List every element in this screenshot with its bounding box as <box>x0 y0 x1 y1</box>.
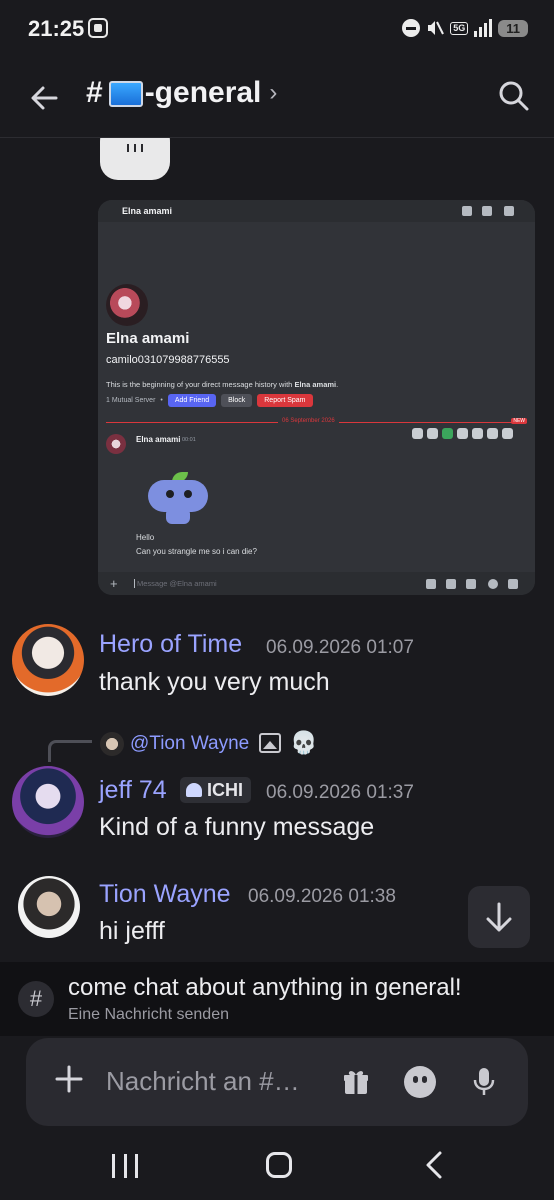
topic-subtitle: Eine Nachricht senden <box>68 1006 229 1023</box>
monitor-emoji-icon <box>108 81 143 107</box>
avatar-jeff-74[interactable] <box>12 766 84 838</box>
reply-connector <box>48 740 92 762</box>
status-time: 21:25 <box>28 16 85 41</box>
channel-title[interactable]: # -general › <box>86 76 277 110</box>
heart-icon <box>186 783 202 797</box>
message-content[interactable]: hi jefff <box>99 917 165 946</box>
embed-emoji-icon <box>488 579 498 589</box>
embed-username: camilo031079988776555 <box>106 354 230 366</box>
embed-video-icon <box>482 206 492 216</box>
embed-profile-name: Elna amami <box>106 330 190 347</box>
message-author[interactable]: Hero of Time <box>99 630 242 659</box>
status-bar: 21:25 5G 11 <box>0 0 554 58</box>
embed-beginning-name: Elna amami <box>294 380 337 389</box>
message-composer: Nachricht an #… <box>26 1038 528 1126</box>
skull-emoji-icon <box>100 138 170 182</box>
message-timestamp: 06.09.2026 01:07 <box>266 637 414 658</box>
gift-icon[interactable] <box>342 1068 370 1096</box>
embed-message-line-2: Can you strangle me so i can die? <box>136 547 257 556</box>
embed-beginning-text: This is the beginning of your direct mes… <box>106 380 338 389</box>
message-input[interactable]: Nachricht an #… <box>106 1066 300 1097</box>
attached-screenshot[interactable]: Elna amami Elna amami camilo031079988776… <box>98 200 535 595</box>
message-author[interactable]: Tion Wayne <box>99 880 231 909</box>
embed-topbar: Elna amami <box>98 200 535 222</box>
embed-sticker-icon <box>466 579 476 589</box>
message-timestamp: 06.09.2026 01:38 <box>248 886 396 907</box>
embed-plus-icon: + <box>110 576 118 591</box>
plus-icon[interactable] <box>54 1064 84 1094</box>
microphone-icon[interactable] <box>472 1066 496 1098</box>
battery-level: 11 <box>498 19 528 37</box>
message-timestamp: 06.09.2026 01:37 <box>266 782 414 803</box>
embed-block-button: Block <box>221 394 253 407</box>
embed-gift-icon <box>426 579 436 589</box>
scroll-to-bottom-button[interactable] <box>468 886 530 948</box>
embed-wumpus-sticker <box>144 472 212 530</box>
do-not-disturb-icon <box>402 19 421 37</box>
status-icons: 5G 11 <box>402 16 528 40</box>
recents-icon[interactable] <box>112 1154 138 1178</box>
channel-header: # -general › <box>0 58 554 138</box>
search-icon[interactable] <box>496 78 532 114</box>
embed-mutual-server: 1 Mutual Server <box>106 397 156 404</box>
channel-hash: # <box>86 76 103 109</box>
embed-message-input: + Message @Elna amami <box>98 572 535 595</box>
reply-target-name[interactable]: @Tion Wayne <box>130 733 249 755</box>
message-author[interactable]: jeff 74 <box>99 776 167 805</box>
embed-date-divider: 06 September 2026 <box>278 418 339 424</box>
embed-report-spam-button: Report Spam <box>257 394 313 407</box>
server-tag[interactable]: ICHI <box>180 777 251 803</box>
signal-icon <box>474 19 493 37</box>
embed-message-time: 00:01 <box>182 437 196 443</box>
embed-add-friend-button: Add Friend <box>167 394 217 407</box>
avatar-tion-wayne[interactable] <box>18 876 80 938</box>
image-icon <box>259 733 281 753</box>
server-tag-label: ICHI <box>207 779 243 800</box>
arrow-down-icon <box>486 902 512 932</box>
embed-input-placeholder: Message @Elna amami <box>134 579 217 588</box>
skull-emoji-icon: 💀 <box>290 730 318 755</box>
screen-record-icon <box>88 18 108 38</box>
embed-top-name: Elna amami <box>122 206 173 216</box>
embed-message-author: Elna amami <box>136 435 181 444</box>
hash-icon: # <box>18 981 54 1017</box>
embed-action-row: 1 Mutual Server • Add Friend Block Repor… <box>106 394 313 407</box>
embed-profile-avatar <box>106 284 148 326</box>
embed-beginning-suffix: . <box>336 380 339 389</box>
channel-topic: come chat about anything in general! <box>68 974 462 1001</box>
embed-reaction-toolbar <box>412 428 513 439</box>
embed-gif-icon <box>446 579 456 589</box>
avatar-hero-of-time[interactable] <box>12 624 84 696</box>
embed-phone-icon <box>462 206 472 216</box>
embed-pin-icon <box>504 206 514 216</box>
emoji-icon[interactable] <box>404 1066 436 1098</box>
channel-topic-bar[interactable]: # come chat about anything in general! E… <box>0 962 554 1036</box>
embed-message-line-1: Hello <box>136 533 155 542</box>
channel-name: -general <box>144 76 262 109</box>
chevron-right-icon: › <box>269 79 278 106</box>
message-content[interactable]: thank you very much <box>99 668 330 697</box>
embed-new-badge: NEW <box>511 418 527 424</box>
embed-apps-icon <box>508 579 518 589</box>
embed-message-avatar <box>106 434 126 454</box>
network-type: 5G <box>450 21 469 35</box>
system-nav-bar <box>0 1134 554 1200</box>
embed-beginning-prefix: This is the beginning of your direct mes… <box>106 380 295 389</box>
back-arrow-icon[interactable] <box>26 80 62 116</box>
reply-avatar <box>100 732 124 756</box>
mute-icon <box>428 21 445 35</box>
nav-back-icon[interactable] <box>420 1150 450 1180</box>
home-icon[interactable] <box>266 1152 292 1178</box>
embed-dot: • <box>160 397 163 404</box>
message-content[interactable]: Kind of a funny message <box>99 813 374 842</box>
